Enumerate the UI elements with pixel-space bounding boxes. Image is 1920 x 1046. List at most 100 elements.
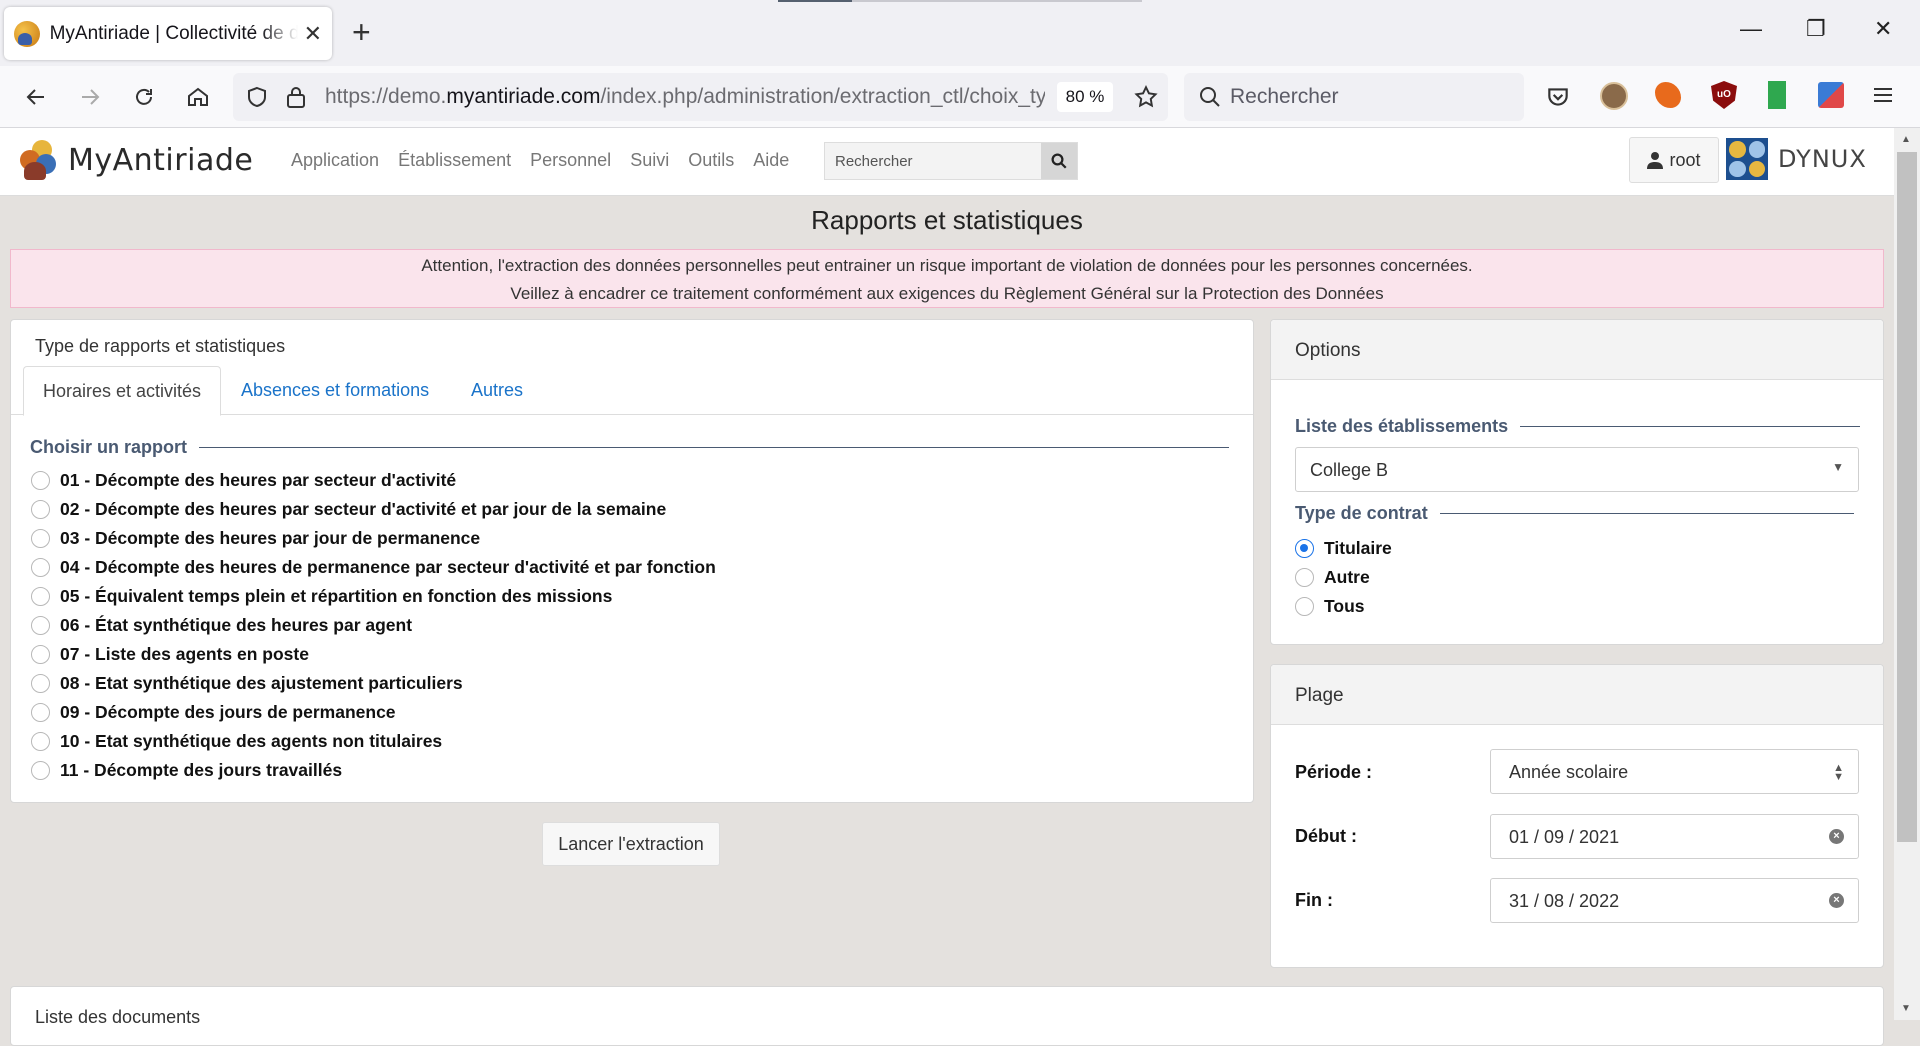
new-tab-icon[interactable]: + [352,14,371,50]
report-option-label: 11 - Décompte des jours travaillés [60,760,343,780]
browser-tab[interactable]: MyAntiriade | Collectivité de démonstrat… [4,7,332,60]
back-icon[interactable] [19,80,53,114]
plage-card: Plage Période : Année scolaire ▲ ▼ Début … [1270,664,1884,968]
fin-date-input[interactable]: 31 / 08 / 2022 × [1490,878,1859,923]
report-option-10[interactable]: 10 - Etat synthétique des agents non tit… [31,731,442,752]
menu-etablissement[interactable]: Établissement [398,150,511,171]
partner-name: DYNUX [1778,145,1867,173]
plage-title: Plage [1271,665,1883,725]
contrat-option-label: Titulaire [1324,538,1392,558]
etablissement-select[interactable]: College B ▼ [1295,447,1859,492]
page-scrollbar[interactable]: ▲ ▼ [1894,128,1920,1020]
menu-outils[interactable]: Outils [688,150,734,171]
window-close-icon[interactable]: ✕ [1874,16,1892,42]
scrollbar-thumb[interactable] [1897,152,1917,842]
radio-button[interactable] [31,616,50,635]
legend-divider [1439,513,1854,514]
address-bar[interactable]: https://demo.myantiriade.com/index.php/a… [233,73,1168,121]
minimize-icon[interactable]: — [1740,16,1762,42]
radio-button[interactable] [31,471,50,490]
menu-application[interactable]: Application [291,150,379,171]
debut-date-input[interactable]: 01 / 09 / 2021 × [1490,814,1859,859]
hamburger-menu-icon[interactable] [1872,84,1894,111]
radio-button[interactable] [31,645,50,664]
fox-extension-icon[interactable] [1655,82,1681,108]
alert-line-1: Attention, l'extraction des données pers… [421,256,1473,275]
lock-icon[interactable] [285,85,307,114]
url-text[interactable]: https://demo.myantiriade.com/index.php/a… [325,85,1045,109]
report-option-label: 02 - Décompte des heures par secteur d'a… [60,499,667,519]
browser-search-bar[interactable]: Rechercher [1184,73,1524,121]
menu-suivi[interactable]: Suivi [630,150,669,171]
report-option-09[interactable]: 09 - Décompte des jours de permanence [31,702,396,723]
report-option-06[interactable]: 06 - État synthétique des heures par age… [31,615,412,636]
menu-personnel[interactable]: Personnel [530,150,611,171]
tab-strip-indicator [778,0,852,2]
radio-button[interactable] [1295,568,1314,587]
report-option-01[interactable]: 01 - Décompte des heures par secteur d'a… [31,470,456,491]
radio-button[interactable] [1295,597,1314,616]
radio-button[interactable] [31,761,50,780]
radio-button[interactable] [31,529,50,548]
home-icon[interactable] [181,80,215,114]
app-search-button[interactable] [1041,143,1077,179]
radio-button[interactable] [31,500,50,519]
tab-close-icon[interactable]: ✕ [304,21,322,47]
options-card: Options Liste des établissements College… [1270,319,1884,645]
app-search-placeholder: Rechercher [835,153,913,170]
clear-date-icon[interactable]: × [1829,829,1844,844]
clear-date-icon[interactable]: × [1829,893,1844,908]
report-option-05[interactable]: 05 - Équivalent temps plein et répartiti… [31,586,612,607]
periode-select[interactable]: Année scolaire ▲ ▼ [1490,749,1859,794]
report-option-label: 09 - Décompte des jours de permanence [60,702,396,722]
launch-extraction-button[interactable]: Lancer l'extraction [542,822,720,866]
browser-tab-bar: MyAntiriade | Collectivité de démonstrat… [0,0,1920,66]
report-option-11[interactable]: 11 - Décompte des jours travaillés [31,760,342,781]
tab-autres[interactable]: Autres [452,366,542,415]
app-logo[interactable]: MyAntiriade [18,140,253,180]
report-option-07[interactable]: 07 - Liste des agents en poste [31,644,309,665]
pocket-icon[interactable] [1545,84,1571,115]
logo-text: MyAntiriade [68,142,254,178]
contrat-option-tous[interactable]: Tous [1295,596,1365,617]
contrat-option-titulaire[interactable]: Titulaire [1295,538,1392,559]
radio-button[interactable] [31,674,50,693]
app-header: MyAntiriade Application Établissement Pe… [0,128,1894,196]
report-option-02[interactable]: 02 - Décompte des heures par secteur d'a… [31,499,666,520]
restore-icon[interactable]: ❐ [1806,16,1826,42]
reload-icon[interactable] [127,80,161,114]
zoom-indicator[interactable]: 80 % [1057,82,1113,112]
ublock-icon[interactable]: uO [1711,81,1737,109]
fin-value: 31 / 08 / 2022 [1509,891,1620,911]
user-menu-button[interactable]: root [1629,137,1719,183]
account-avatar-icon[interactable] [1600,82,1628,110]
tab-extension-icon[interactable] [1818,82,1844,108]
scroll-up-icon[interactable]: ▲ [1901,134,1911,145]
menu-aide[interactable]: Aide [753,150,789,171]
report-option-08[interactable]: 08 - Etat synthétique des ajustement par… [31,673,463,694]
shield-icon[interactable] [245,85,269,114]
radio-button[interactable] [31,732,50,751]
user-icon [1647,152,1664,169]
radio-button[interactable] [31,703,50,722]
radio-button-checked[interactable] [1295,539,1314,558]
radio-button[interactable] [31,558,50,577]
report-legend-label: Choisir un rapport [30,437,187,457]
radio-button[interactable] [31,587,50,606]
search-icon [1198,85,1222,114]
forward-icon[interactable] [73,80,107,114]
bookmark-star-icon[interactable] [1133,84,1159,115]
browser-search-placeholder: Rechercher [1230,85,1339,108]
tab-horaires[interactable]: Horaires et activités [23,366,222,416]
app-search-input[interactable]: Rechercher [824,142,1078,180]
etablissement-legend: Liste des établissements [1295,416,1861,437]
bookmark-extension-icon[interactable] [1768,81,1786,109]
tab-absences[interactable]: Absences et formations [222,366,448,415]
sort-arrows-icon: ▲ ▼ [1833,762,1844,783]
report-option-03[interactable]: 03 - Décompte des heures par jour de per… [31,528,480,549]
contrat-option-autre[interactable]: Autre [1295,567,1370,588]
scroll-down-icon[interactable]: ▼ [1901,1003,1911,1014]
report-option-04[interactable]: 04 - Décompte des heures de permanence p… [31,557,716,578]
report-option-label: 06 - État synthétique des heures par age… [60,615,413,635]
site-favicon-icon [14,20,40,47]
